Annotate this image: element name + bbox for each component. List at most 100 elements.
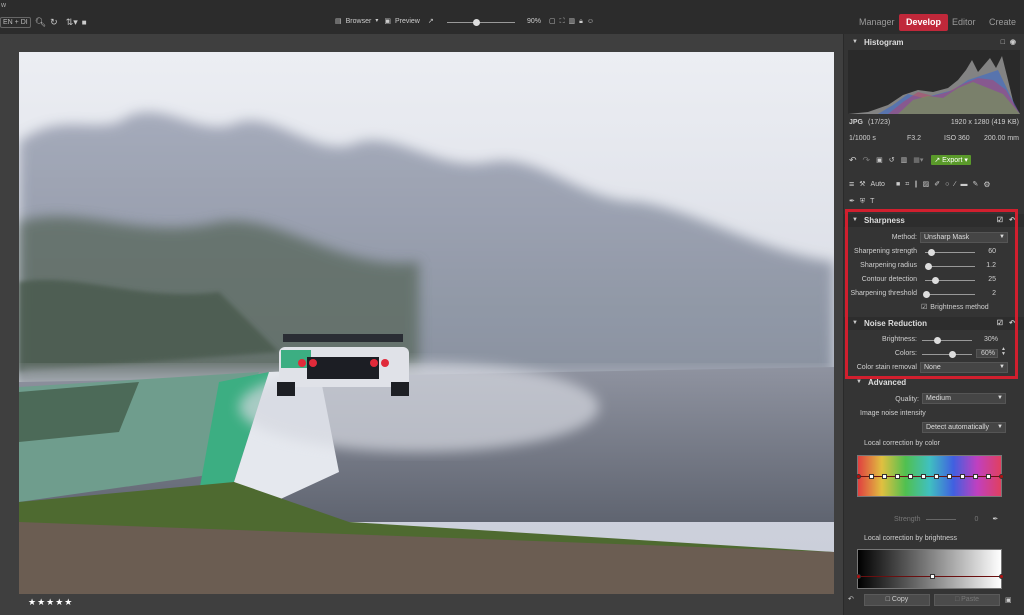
fit-icon[interactable]: ▢ xyxy=(549,17,556,26)
tab-editor[interactable]: Editor xyxy=(945,14,983,31)
undo-icon[interactable]: ↶ xyxy=(849,155,857,165)
tab-create[interactable]: Create xyxy=(982,14,1023,31)
menu-icon[interactable]: ≡ xyxy=(849,180,854,189)
histogram-toggle-icon[interactable]: ◉ xyxy=(1010,38,1016,47)
view-tools: ▤ Browser ▾ ▣ Preview ↗ xyxy=(335,17,434,26)
local-brightness-label: Local correction by brightness xyxy=(864,535,957,542)
line-icon[interactable]: ∕ xyxy=(954,180,955,189)
paste-button[interactable]: □ Paste xyxy=(934,594,1000,606)
collapse-icon[interactable]: ▼ xyxy=(856,378,862,387)
left-tools: EN + DI 🔍︎ ↻ ⇅▾ ■ xyxy=(0,17,87,28)
lock-icon[interactable]: 🔒︎ xyxy=(579,17,583,26)
color-curve-point[interactable] xyxy=(895,474,900,479)
focal-length: 200.00 mm xyxy=(983,135,1019,142)
preview-button[interactable]: Preview xyxy=(395,18,420,25)
star-rating[interactable]: ★★★★★ xyxy=(28,597,73,608)
brightness-curve-point[interactable] xyxy=(856,574,861,579)
fullscreen-icon[interactable]: ⛶ xyxy=(560,17,565,26)
photo xyxy=(19,52,834,594)
photo-image xyxy=(19,52,834,594)
color-curve-point[interactable] xyxy=(869,474,874,479)
layers-icon[interactable]: ▣ xyxy=(1005,596,1012,605)
color-curve-point[interactable] xyxy=(908,474,913,479)
advanced-title: Advanced xyxy=(867,378,907,387)
file-format: JPG xyxy=(849,119,864,126)
exif-row: 1/1000 s F3.2 ISO 360 200.00 mm xyxy=(849,135,1019,142)
top-toolbar: w EN + DI 🔍︎ ↻ ⇅▾ ■ ▤ Browser ▾ ▣ Previe… xyxy=(0,0,1024,34)
histogram-header[interactable]: ▼ Histogram □ ◉ xyxy=(844,36,1024,49)
compare-icon[interactable]: ▥ xyxy=(569,17,576,26)
person-icon[interactable]: ☺ xyxy=(587,17,594,26)
gear-icon[interactable]: ⚙ xyxy=(983,180,990,189)
camera-icon[interactable]: ■ xyxy=(896,180,900,189)
zoom-slider[interactable] xyxy=(447,19,515,26)
eyedropper-icon[interactable]: ✒ xyxy=(992,515,998,524)
collapse-icon[interactable]: ▼ xyxy=(852,38,858,47)
iso: ISO 360 xyxy=(944,135,970,142)
color-curve-point[interactable] xyxy=(921,474,926,479)
tool-icons-2: ✒ ⛨ T xyxy=(849,197,874,206)
text-icon[interactable]: T xyxy=(870,197,874,206)
wrench-icon[interactable]: ⚒ xyxy=(859,180,865,189)
color-curve-point[interactable] xyxy=(960,474,965,479)
refresh-icon[interactable]: ↻ xyxy=(50,18,58,27)
browser-button[interactable]: Browser xyxy=(346,18,372,25)
color-curve-point[interactable] xyxy=(934,474,939,479)
search-icon[interactable]: 🔍︎ xyxy=(35,18,46,27)
histogram-graph xyxy=(848,50,1020,114)
image-icon[interactable]: ▣ xyxy=(876,156,883,165)
export-button[interactable]: ↗ Export ▾ xyxy=(931,155,971,165)
pen-icon[interactable]: ✎ xyxy=(973,180,979,189)
browser-icon: ▤ xyxy=(335,18,342,25)
eyedropper-icon[interactable]: ✒ xyxy=(849,197,855,206)
circle-icon[interactable]: ○ xyxy=(945,180,949,189)
local-strength-slider[interactable] xyxy=(926,519,957,520)
color-curve-point[interactable] xyxy=(947,474,952,479)
levels-icon[interactable]: ∥ xyxy=(914,180,918,189)
brightness-curve[interactable] xyxy=(856,549,1004,589)
preview-icon: ▣ xyxy=(384,18,391,25)
zoom-value: 90% xyxy=(527,18,542,25)
rotate-icon[interactable]: ↺ xyxy=(889,156,895,165)
redo-icon[interactable]: ↷ xyxy=(863,155,871,165)
intensity-select[interactable]: Detect automatically ▼ xyxy=(922,422,1006,433)
dropdown-icon[interactable]: ▾ xyxy=(375,17,378,26)
folder-icon[interactable]: ■ xyxy=(82,18,87,27)
aperture: F3.2 xyxy=(907,135,922,142)
shield-icon[interactable]: ⛨ xyxy=(860,197,865,206)
brightness-curve-point[interactable] xyxy=(930,574,935,579)
crop-icon[interactable]: ⌗ xyxy=(905,180,909,189)
histogram-settings-icon[interactable]: □ xyxy=(1001,38,1005,47)
sort-icon[interactable]: ⇅▾ xyxy=(66,18,78,27)
language-selector[interactable]: EN + DI xyxy=(0,17,31,28)
tab-manager[interactable]: Manager xyxy=(852,14,902,31)
gradient-icon[interactable]: ▬ xyxy=(961,180,968,189)
tab-develop[interactable]: Develop xyxy=(899,14,949,31)
color-curve-point[interactable] xyxy=(882,474,887,479)
brush-icon[interactable]: ✐ xyxy=(934,180,940,189)
brightness-curve-point[interactable] xyxy=(999,574,1004,579)
local-strength-label: Strength xyxy=(894,516,921,523)
color-curve[interactable] xyxy=(856,455,1004,497)
file-index: (17/23) xyxy=(868,119,891,126)
intensity-value: Detect automatically xyxy=(926,424,990,431)
export-label: Export xyxy=(942,157,963,164)
preset-icon[interactable]: ▦▾ xyxy=(913,156,923,165)
quality-select[interactable]: Medium ▼ xyxy=(922,393,1006,404)
color-curve-point[interactable] xyxy=(986,474,991,479)
color-curve-point[interactable] xyxy=(856,474,861,479)
copy-button[interactable]: □ Copy xyxy=(864,594,930,606)
undo-icon[interactable]: ↶ xyxy=(848,595,854,604)
color-curve-point[interactable] xyxy=(973,474,978,479)
exposure-icon[interactable]: ▨ xyxy=(923,180,930,189)
color-curve-line xyxy=(858,476,1001,477)
highlight-box xyxy=(845,209,1018,379)
photo-viewer: ★★★★★ xyxy=(0,34,843,615)
zoom-slider-knob[interactable] xyxy=(472,19,480,26)
auto-button[interactable]: Auto xyxy=(871,181,885,188)
image-info-row: JPG (17/23) 1920 x 1280 (419 KB) xyxy=(849,119,1019,126)
color-curve-point[interactable] xyxy=(999,474,1004,479)
quality-label: Quality: xyxy=(895,396,919,403)
external-icon[interactable]: ↗ xyxy=(428,17,434,26)
compare-view-icon[interactable]: ▥ xyxy=(901,156,908,165)
